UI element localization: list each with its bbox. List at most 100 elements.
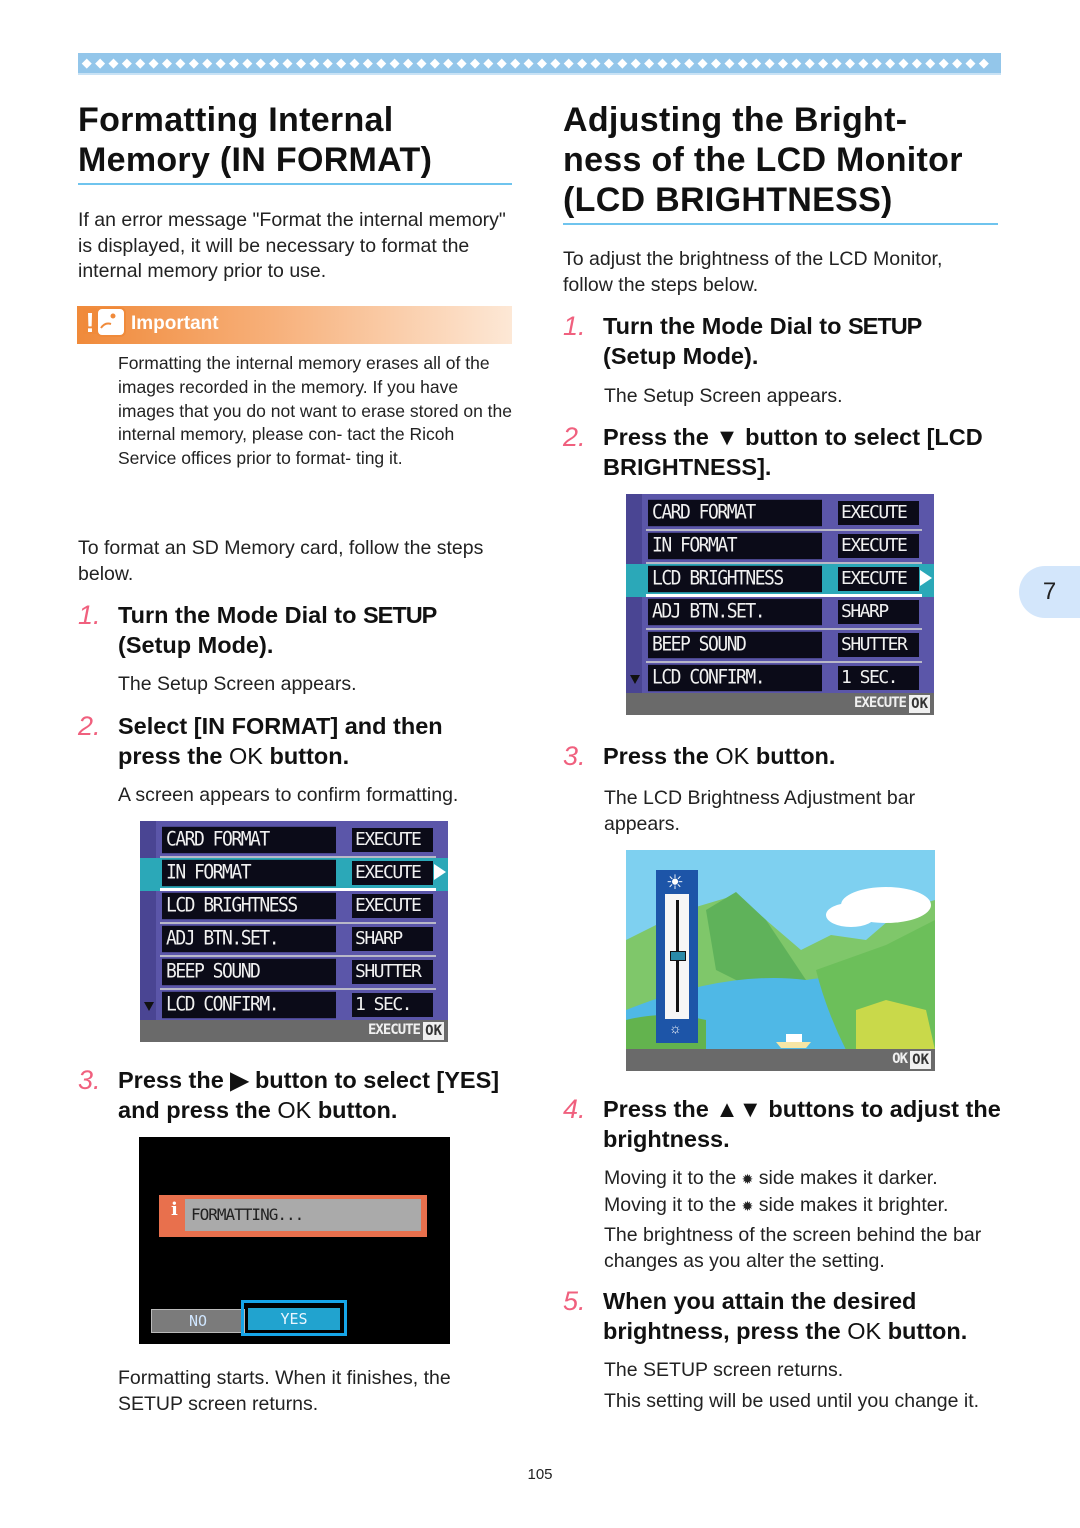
formatting-screen: i FORMATTING... NO YES: [139, 1137, 450, 1344]
banner-diamond: ◆: [376, 55, 387, 70]
banner-diamond: ◆: [630, 55, 641, 70]
important-banner: ! Important: [77, 306, 512, 344]
banner-diamond: ◆: [617, 55, 628, 70]
selected-arrow-icon: [920, 570, 932, 586]
banner-diamond: ◆: [135, 55, 146, 70]
menu-row[interactable]: LCD BRIGHTNESS EXECUTE: [140, 891, 448, 924]
banner-diamond: ◆: [349, 55, 360, 70]
ok-key-icon: OK: [910, 1051, 931, 1069]
banner-diamond: ◆: [523, 55, 534, 70]
banner-diamond: ◆: [871, 55, 882, 70]
banner-diamond: ◆: [215, 55, 226, 70]
ok-button-glyph: OK: [847, 1318, 882, 1344]
left-title: Formatting Internal Memory (IN FORMAT): [78, 100, 512, 180]
banner-diamond: ◆: [188, 55, 199, 70]
menu-row[interactable]: CARD FORMAT EXECUTE: [140, 825, 448, 858]
banner-diamond: ◆: [470, 55, 481, 70]
menu-row[interactable]: LCD CONFIRM. 1 SEC.: [626, 663, 934, 696]
banner-diamond: ◆: [764, 55, 775, 70]
note-text: Moving it to the: [604, 1167, 742, 1189]
step-text-end: (Setup Mode).: [603, 343, 759, 369]
menu-row-label: CARD FORMAT: [162, 826, 336, 854]
ok-key-icon: OK: [909, 695, 930, 713]
banner-diamond: ◆: [295, 55, 306, 70]
banner-diamond: ◆: [644, 55, 655, 70]
menu-row[interactable]: IN FORMAT EXECUTE: [140, 858, 448, 891]
banner-diamond: ◆: [818, 55, 829, 70]
setup-mode-label: SETUP: [848, 313, 922, 339]
step-text-end: button.: [881, 1318, 968, 1344]
chapter-tab[interactable]: 7: [1019, 566, 1080, 618]
banner-pattern: ◆ ◆ ◆ ◆ ◆ ◆ ◆ ◆ ◆ ◆ ◆ ◆ ◆ ◆ ◆ ◆ ◆ ◆ ◆ ◆ ◆ ◆ ◆ ◆ ◆ ◆ ◆ ◆ ◆ ◆ ◆ ◆ ◆ ◆ ◆ ◆ ◆ ◆ ◆ ◆…: [78, 53, 991, 73]
banner-diamond: ◆: [162, 55, 173, 70]
step-number: 2.: [78, 711, 101, 741]
no-button[interactable]: NO: [151, 1309, 245, 1333]
left-step-2: 2. Select [IN FORMAT] and then press the…: [78, 711, 518, 771]
left-step-1: 1. Turn the Mode Dial to SETUP (Setup Mo…: [78, 600, 518, 660]
banner-diamond: ◆: [483, 55, 494, 70]
banner-diamond: ◆: [510, 55, 521, 70]
step-number: 2.: [563, 422, 586, 452]
right-step-1: 1. Turn the Mode Dial to SETUP (Setup Mo…: [563, 311, 1003, 371]
menu-row[interactable]: BEEP SOUND SHUTTER: [140, 957, 448, 990]
scroll-down-icon[interactable]: [144, 1002, 154, 1011]
step-text-end: button.: [311, 1097, 398, 1123]
setup-screen-in-format: CARD FORMAT EXECUTE IN FORMAT EXECUTE LCD BR…: [140, 821, 448, 1042]
menu-row[interactable]: IN FORMAT EXECUTE: [626, 531, 934, 564]
left-title-line2: Memory (IN FORMAT): [78, 141, 433, 179]
step-text: Press the: [603, 1096, 716, 1122]
bright-sun-icon: ☀: [666, 872, 684, 894]
menu-row[interactable]: ADJ BTN.SET. SHARP: [140, 924, 448, 957]
banner-diamond: ◆: [563, 55, 574, 70]
banner-diamond: ◆: [603, 55, 614, 70]
brightness-slider-thumb[interactable]: [670, 951, 686, 961]
banner-diamond: ◆: [202, 55, 213, 70]
banner-diamond: ◆: [804, 55, 815, 70]
banner-diamond: ◆: [81, 55, 92, 70]
right-step-3: 3. Press the OK button.: [563, 741, 1003, 771]
menu-row[interactable]: CARD FORMAT EXECUTE: [626, 498, 934, 531]
right-step-3-note: The LCD Brightness Adjustment bar appear…: [604, 787, 916, 835]
menu-row[interactable]: ADJ BTN.SET. SHARP: [626, 597, 934, 630]
banner-diamond: ◆: [711, 55, 722, 70]
menu-row[interactable]: BEEP SOUND SHUTTER: [626, 630, 934, 663]
step-text-end: (Setup Mode).: [118, 632, 274, 658]
footer-ok-label: OK: [892, 1051, 908, 1067]
left-step-1-note: The Setup Screen appears.: [118, 673, 357, 695]
banner-diamond: ◆: [885, 55, 896, 70]
page-number: 105: [527, 1466, 553, 1483]
darker-note: Moving it to the ✹ side makes it darker.: [604, 1166, 1004, 1193]
menu-row-value: SHUTTER: [838, 633, 919, 657]
banner-diamond: ◆: [590, 55, 601, 70]
left-step-3-note: Formatting starts. When it finishes, the…: [118, 1367, 451, 1415]
setup-returns-note: The SETUP screen returns.: [604, 1359, 844, 1381]
banner-diamond: ◆: [175, 55, 186, 70]
banner-diamond: ◆: [255, 55, 266, 70]
right-title-line2: ness of the LCD Monitor: [563, 141, 963, 179]
step-text: Press the: [603, 424, 716, 450]
right-intro: To adjust the brightness of the LCD Moni…: [563, 248, 943, 296]
step-number: 1.: [563, 311, 586, 341]
left-section-heading: Formatting Internal Memory (IN FORMAT): [78, 100, 512, 185]
ok-button-glyph: OK: [229, 743, 263, 769]
menu-row-value: EXECUTE: [352, 828, 433, 852]
menu-row-value: SHARP: [838, 600, 919, 624]
brightness-effect-note: The brightness of the screen behind the …: [604, 1224, 982, 1272]
menu-row-label: IN FORMAT: [648, 532, 822, 560]
setup-mode-label: SETUP: [363, 602, 437, 628]
banner-diamond: ◆: [751, 55, 762, 70]
right-step-2: 2. Press the ▼ button to select [LCD BRI…: [563, 422, 1003, 482]
menu-row[interactable]: LCD BRIGHTNESS EXECUTE: [626, 564, 934, 597]
banner-diamond: ◆: [831, 55, 842, 70]
right-step-4-notes: Moving it to the ✹ side makes it darker.…: [604, 1166, 1004, 1274]
scroll-down-icon[interactable]: [630, 675, 640, 684]
banner-diamond: ◆: [269, 55, 280, 70]
yes-button[interactable]: YES: [248, 1308, 340, 1330]
brightness-slider-panel: ☀ ☼: [656, 870, 698, 1043]
banner-diamond: ◆: [309, 55, 320, 70]
right-title: Adjusting the Bright- ness of the LCD Mo…: [563, 100, 998, 220]
setting-persist-note: This setting will be used until you chan…: [604, 1389, 980, 1412]
menu-row[interactable]: LCD CONFIRM. 1 SEC.: [140, 990, 448, 1023]
right-step-4: 4. Press the ▲▼ buttons to adjust the br…: [563, 1094, 1003, 1154]
banner-diamond: ◆: [389, 55, 400, 70]
